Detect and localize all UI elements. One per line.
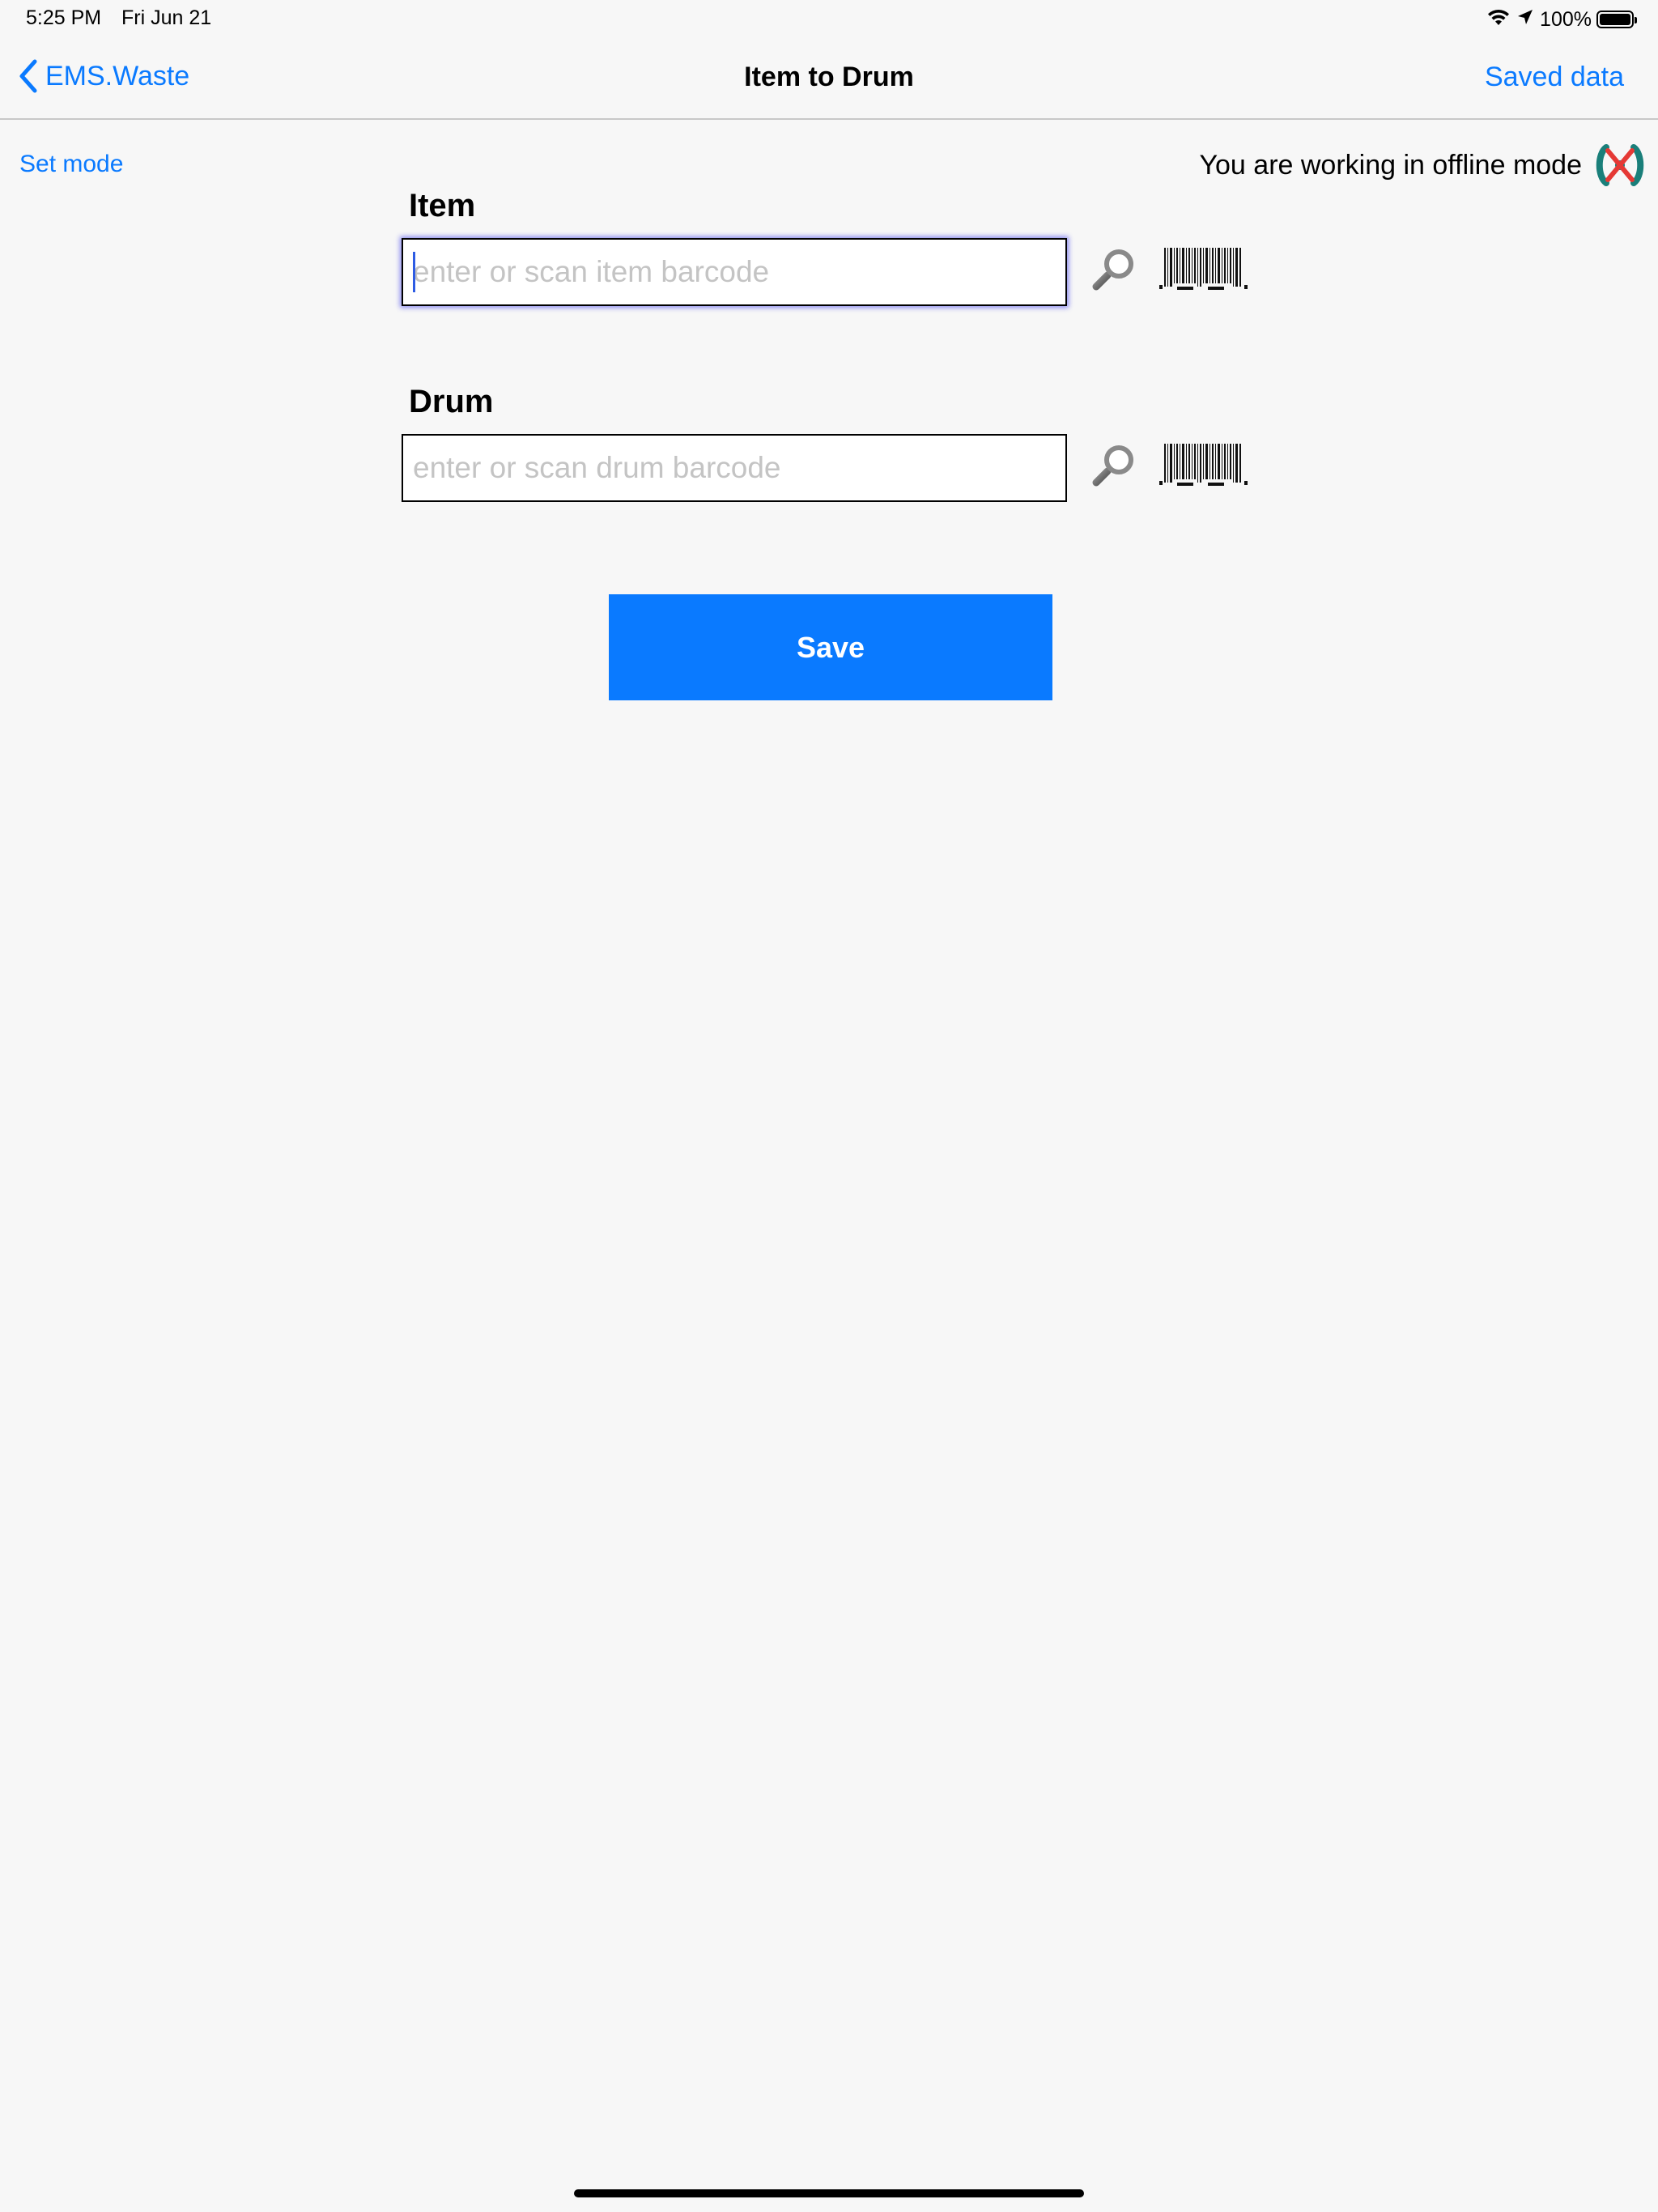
navigation-bar: EMS.Waste Item to Drum Saved data <box>0 39 1658 120</box>
text-caret <box>413 252 415 292</box>
save-button[interactable]: Save <box>609 594 1052 700</box>
item-barcode-input[interactable] <box>402 238 1067 306</box>
location-arrow-icon <box>1516 7 1535 32</box>
drum-label: Drum <box>409 384 494 419</box>
status-indicators: 100% <box>1486 5 1637 34</box>
offline-sync-icon[interactable] <box>1593 143 1647 188</box>
drum-barcode-input[interactable] <box>402 434 1067 502</box>
status-bar: 5:25 PM Fri Jun 21 100% <box>0 0 1658 39</box>
offline-status: You are working in offline mode <box>1199 143 1647 188</box>
offline-status-text: You are working in offline mode <box>1199 149 1582 181</box>
status-date: Fri Jun 21 <box>121 6 212 29</box>
status-time: 5:25 PM <box>26 6 102 29</box>
item-barcode-icon[interactable] <box>1159 245 1253 300</box>
saved-data-button[interactable]: Saved data <box>1485 62 1624 93</box>
drum-barcode-icon[interactable] <box>1159 440 1253 496</box>
home-indicator[interactable] <box>574 2189 1084 2197</box>
page-title: Item to Drum <box>744 62 914 92</box>
wifi-icon <box>1486 7 1511 32</box>
drum-search-icon[interactable] <box>1090 440 1138 493</box>
item-label: Item <box>409 188 476 223</box>
item-search-icon[interactable] <box>1090 245 1138 297</box>
battery-percent: 100% <box>1540 7 1592 31</box>
battery-icon <box>1596 11 1637 28</box>
set-mode-link[interactable]: Set mode <box>19 151 123 178</box>
